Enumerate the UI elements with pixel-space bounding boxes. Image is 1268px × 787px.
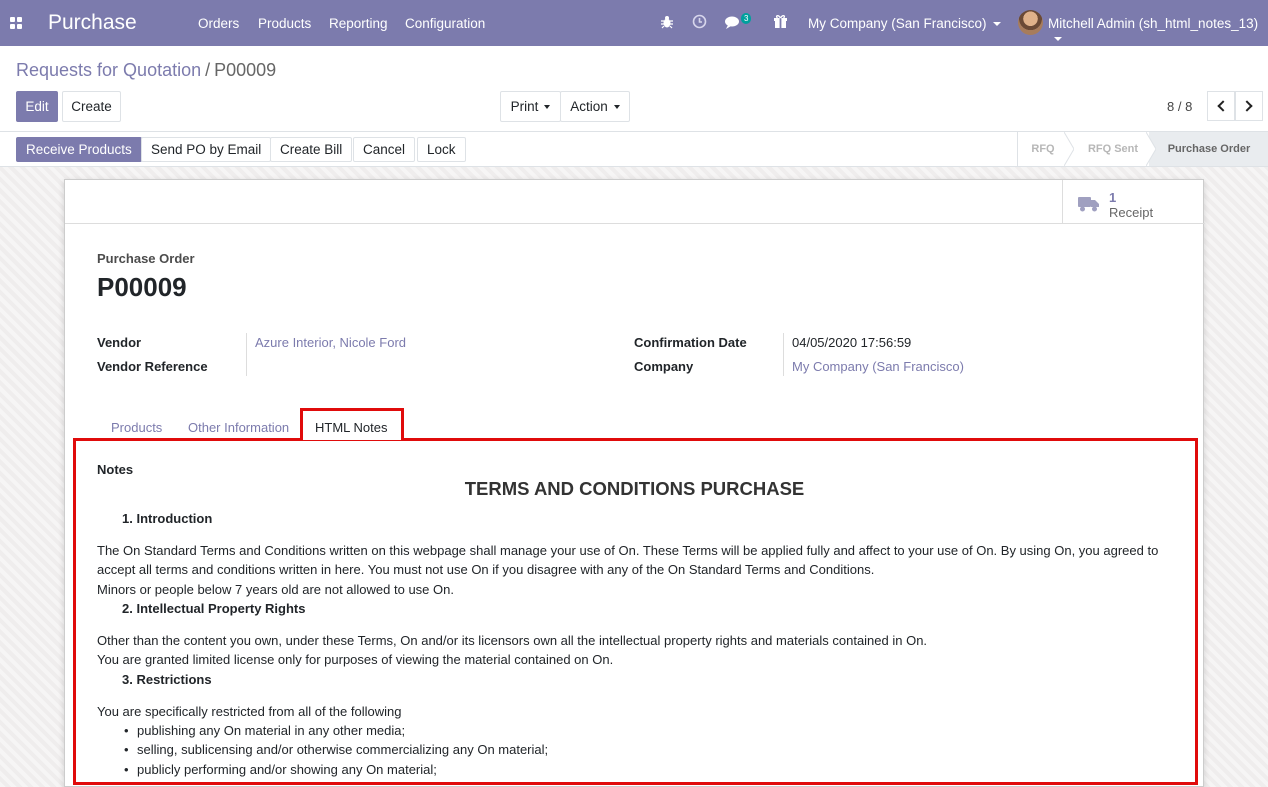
receipt-count: 1 <box>1109 190 1117 205</box>
stage-rfq[interactable]: RFQ <box>1018 132 1068 166</box>
tab-html-notes[interactable]: HTML Notes <box>315 420 387 435</box>
button-box: 1 Receipt <box>65 180 1205 224</box>
breadcrumb: Requests for Quotation / P00009 <box>16 60 276 81</box>
user-name: Mitchell Admin (sh_html_notes_13) <box>1048 16 1259 31</box>
vendor-field[interactable]: Azure Interior, Nicole Ford <box>255 335 406 350</box>
action-label: Action <box>570 99 608 114</box>
activity-clock-icon[interactable] <box>692 14 707 29</box>
list-item: publishing any On material in any other … <box>124 721 405 741</box>
paragraph-text: accept all terms and conditions written … <box>97 562 875 577</box>
company-label: Company <box>634 359 694 374</box>
stage-purchase-order[interactable]: Purchase Order <box>1149 132 1268 166</box>
gift-icon[interactable] <box>773 14 788 29</box>
print-label: Print <box>510 99 539 114</box>
document-type-label: Purchase Order <box>97 251 195 266</box>
pager-value[interactable]: 8 / 8 <box>1167 99 1192 114</box>
list-item: publicly performing and/or showing any O… <box>124 760 437 780</box>
chevron-left-icon <box>1217 100 1229 112</box>
tab-other-information[interactable]: Other Information <box>188 420 289 435</box>
caret-down-icon <box>1054 37 1062 42</box>
menu-configuration[interactable]: Configuration <box>405 16 485 31</box>
messages-icon[interactable] <box>725 16 742 29</box>
paragraph-text: The On Standard Terms and Conditions wri… <box>97 543 1159 558</box>
create-button[interactable]: Create <box>62 91 121 122</box>
field-divider <box>783 333 784 376</box>
company-switcher[interactable]: My Company (San Francisco) <box>808 16 1001 31</box>
receipt-smart-button[interactable]: 1 Receipt <box>1062 180 1204 223</box>
print-dropdown[interactable]: Print <box>500 91 561 122</box>
edit-button[interactable]: Edit <box>16 91 58 122</box>
pager-next-button[interactable] <box>1235 91 1263 121</box>
caret-down-icon <box>613 105 620 110</box>
paragraph-text: Minors or people below 7 years old are n… <box>97 582 454 597</box>
field-divider <box>246 333 247 376</box>
pager-previous-button[interactable] <box>1207 91 1235 121</box>
breadcrumb-parent[interactable]: Requests for Quotation <box>16 60 201 80</box>
stage-separator <box>1064 132 1074 166</box>
company-field[interactable]: My Company (San Francisco) <box>792 359 964 374</box>
list-item: selling, sublicensing and/or otherwise c… <box>124 740 548 760</box>
stage-pipeline: RFQ RFQ Sent Purchase Order <box>1017 132 1268 166</box>
paragraph-text: Other than the content you own, under th… <box>97 633 928 648</box>
breadcrumb-separator: / <box>205 60 211 80</box>
top-navbar: Purchase Orders Products Reporting Confi… <box>0 0 1268 46</box>
confirmation-date-label: Confirmation Date <box>634 335 747 350</box>
app-name[interactable]: Purchase <box>48 11 137 35</box>
breadcrumb-current: P00009 <box>214 60 277 80</box>
notes-title: TERMS AND CONDITIONS PURCHASE <box>464 478 805 499</box>
apps-menu-icon[interactable] <box>10 17 22 29</box>
truck-icon <box>1078 197 1099 212</box>
create-bill-button[interactable]: Create Bill <box>270 137 353 162</box>
stage-separator <box>1146 132 1156 166</box>
cancel-button[interactable]: Cancel <box>353 137 416 162</box>
paragraph-text: You are granted limited license only for… <box>97 652 614 667</box>
send-po-email-button[interactable]: Send PO by Email <box>141 137 272 162</box>
user-avatar[interactable] <box>1018 10 1043 35</box>
action-dropdown[interactable]: Action <box>560 91 630 122</box>
stage-rfq-sent[interactable]: RFQ Sent <box>1076 132 1150 166</box>
caret-down-icon <box>544 105 551 110</box>
menu-orders[interactable]: Orders <box>198 16 239 31</box>
statusbar: Receive Products Send PO by Email Create… <box>0 132 1268 167</box>
control-panel: Requests for Quotation / P00009 Edit Creat… <box>0 46 1268 132</box>
messages-count-badge: 3 <box>741 13 752 24</box>
vendor-label: Vendor <box>97 335 142 350</box>
chevron-right-icon <box>1241 100 1253 112</box>
section-intellectual-property: 2. Intellectual Property Rights <box>122 601 306 616</box>
confirmation-date-field[interactable]: 04/05/2020 17:56:59 <box>792 335 911 350</box>
lock-button[interactable]: Lock <box>417 137 466 162</box>
user-menu[interactable]: Mitchell Admin (sh_html_notes_13) <box>1048 16 1268 46</box>
tab-products[interactable]: Products <box>111 420 162 435</box>
section-introduction: 1. Introduction <box>122 511 213 526</box>
vendor-reference-label: Vendor Reference <box>97 359 208 374</box>
notes-label: Notes <box>97 462 134 477</box>
menu-reporting[interactable]: Reporting <box>329 16 388 31</box>
caret-down-icon <box>992 22 1001 27</box>
menu-products[interactable]: Products <box>258 16 311 31</box>
section-restrictions: 3. Restrictions <box>122 672 212 687</box>
receive-products-button[interactable]: Receive Products <box>16 137 142 162</box>
paragraph-text: You are specifically restricted from all… <box>97 704 402 719</box>
document-name: P00009 <box>97 272 187 302</box>
receipt-label: Receipt <box>1109 205 1154 220</box>
bug-icon[interactable] <box>660 15 674 29</box>
company-name: My Company (San Francisco) <box>808 16 987 31</box>
